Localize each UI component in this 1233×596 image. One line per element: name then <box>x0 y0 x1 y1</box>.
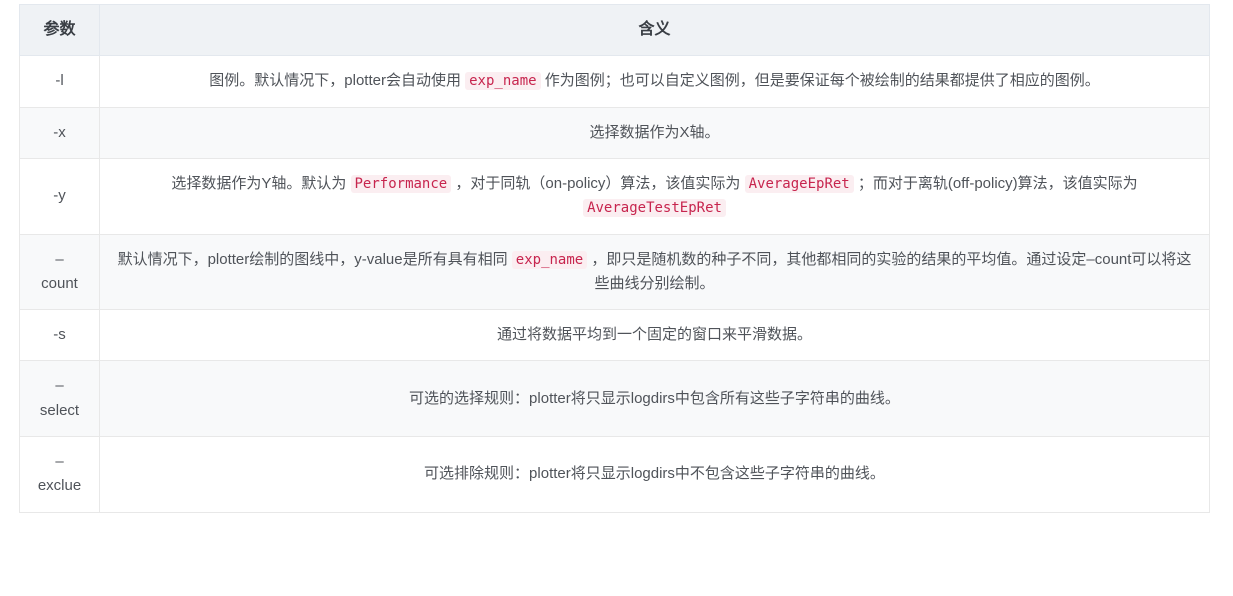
param-description-cell: 选择数据作为X轴。 <box>99 106 1210 159</box>
table-row: -s 通过将数据平均到一个固定的窗口来平滑数据。 <box>19 309 1210 362</box>
table-header: 参数 含义 <box>19 3 1210 57</box>
table-header-row: 参数 含义 <box>19 3 1210 57</box>
param-name-cell: – count <box>19 233 100 311</box>
param-description-text: 可选的选择规则：plotter将只显示logdirs中包含所有这些子字符串的曲线… <box>409 389 900 407</box>
inline-code-token: exp_name <box>511 250 588 269</box>
param-description-cell: 通过将数据平均到一个固定的窗口来平滑数据。 <box>99 309 1210 362</box>
param-name-cell: -y <box>19 157 100 235</box>
param-name-cell: -l <box>19 55 100 108</box>
table-row: -l 图例。默认情况下，plotter会自动使用 exp_name 作为图例；也可… <box>19 55 1210 108</box>
param-name-line: exclue <box>37 477 82 495</box>
table-row: – select 可选的选择规则：plotter将只显示logdirs中包含所有这些… <box>19 360 1210 438</box>
column-header-meaning: 含义 <box>99 3 1210 57</box>
param-description-cell: 可选的选择规则：plotter将只显示logdirs中包含所有这些子字符串的曲线… <box>99 360 1210 438</box>
param-name-line: select <box>39 401 80 419</box>
param-name-line: – <box>55 453 64 471</box>
param-name-cell: – exclue <box>19 436 100 513</box>
inline-code-token: AverageEpRet <box>744 174 854 193</box>
table-row: – count 默认情况下，plotter绘制的图线中，y-value是所有具有相同… <box>19 233 1210 311</box>
parameter-table: 参数 含义 -l 图例。默认情况下，plotter会自动使用 exp_name 作… <box>19 3 1210 513</box>
table-body: -l 图例。默认情况下，plotter会自动使用 exp_name 作为图例；也可… <box>19 55 1210 513</box>
inline-code-token: Performance <box>350 174 452 193</box>
inline-code-token: AverageTestEpRet <box>583 199 726 218</box>
param-name-cell: – select <box>19 360 100 438</box>
table-row: – exclue 可选排除规则：plotter将只显示logdirs中不包含这些子字… <box>19 436 1210 513</box>
param-description-text: 选择数据作为Y轴。默认为 Performance ，对于同轨（on-policy… <box>171 174 1138 218</box>
column-header-param: 参数 <box>19 3 100 57</box>
param-description-text: 通过将数据平均到一个固定的窗口来平滑数据。 <box>496 326 812 344</box>
param-name-cell: -s <box>19 309 100 362</box>
param-name-cell: -x <box>19 106 100 159</box>
table-row: -x 选择数据作为X轴。 <box>19 106 1210 159</box>
param-name-line: – <box>55 250 64 268</box>
param-description-text: 图例。默认情况下，plotter会自动使用 exp_name 作为图例；也可以自… <box>209 72 1100 91</box>
param-description-cell: 图例。默认情况下，plotter会自动使用 exp_name 作为图例；也可以自… <box>99 55 1210 108</box>
table-row: -y 选择数据作为Y轴。默认为 Performance ，对于同轨（on-poli… <box>19 157 1210 235</box>
param-description-cell: 可选排除规则：plotter将只显示logdirs中不包含这些子字符串的曲线。 <box>99 436 1210 513</box>
param-description-text: 默认情况下，plotter绘制的图线中，y-value是所有具有相同 exp_n… <box>117 250 1192 292</box>
parameter-table-container: 参数 含义 -l 图例。默认情况下，plotter会自动使用 exp_name 作… <box>19 3 1210 513</box>
param-name-line: count <box>41 274 78 292</box>
param-description-cell: 选择数据作为Y轴。默认为 Performance ，对于同轨（on-policy… <box>99 157 1210 235</box>
param-description-text: 可选排除规则：plotter将只显示logdirs中不包含这些子字符串的曲线。 <box>424 465 885 483</box>
inline-code-token: exp_name <box>465 72 541 91</box>
param-description-cell: 默认情况下，plotter绘制的图线中，y-value是所有具有相同 exp_n… <box>99 233 1210 311</box>
param-name-line: – <box>55 377 64 395</box>
param-description-text: 选择数据作为X轴。 <box>589 123 720 141</box>
